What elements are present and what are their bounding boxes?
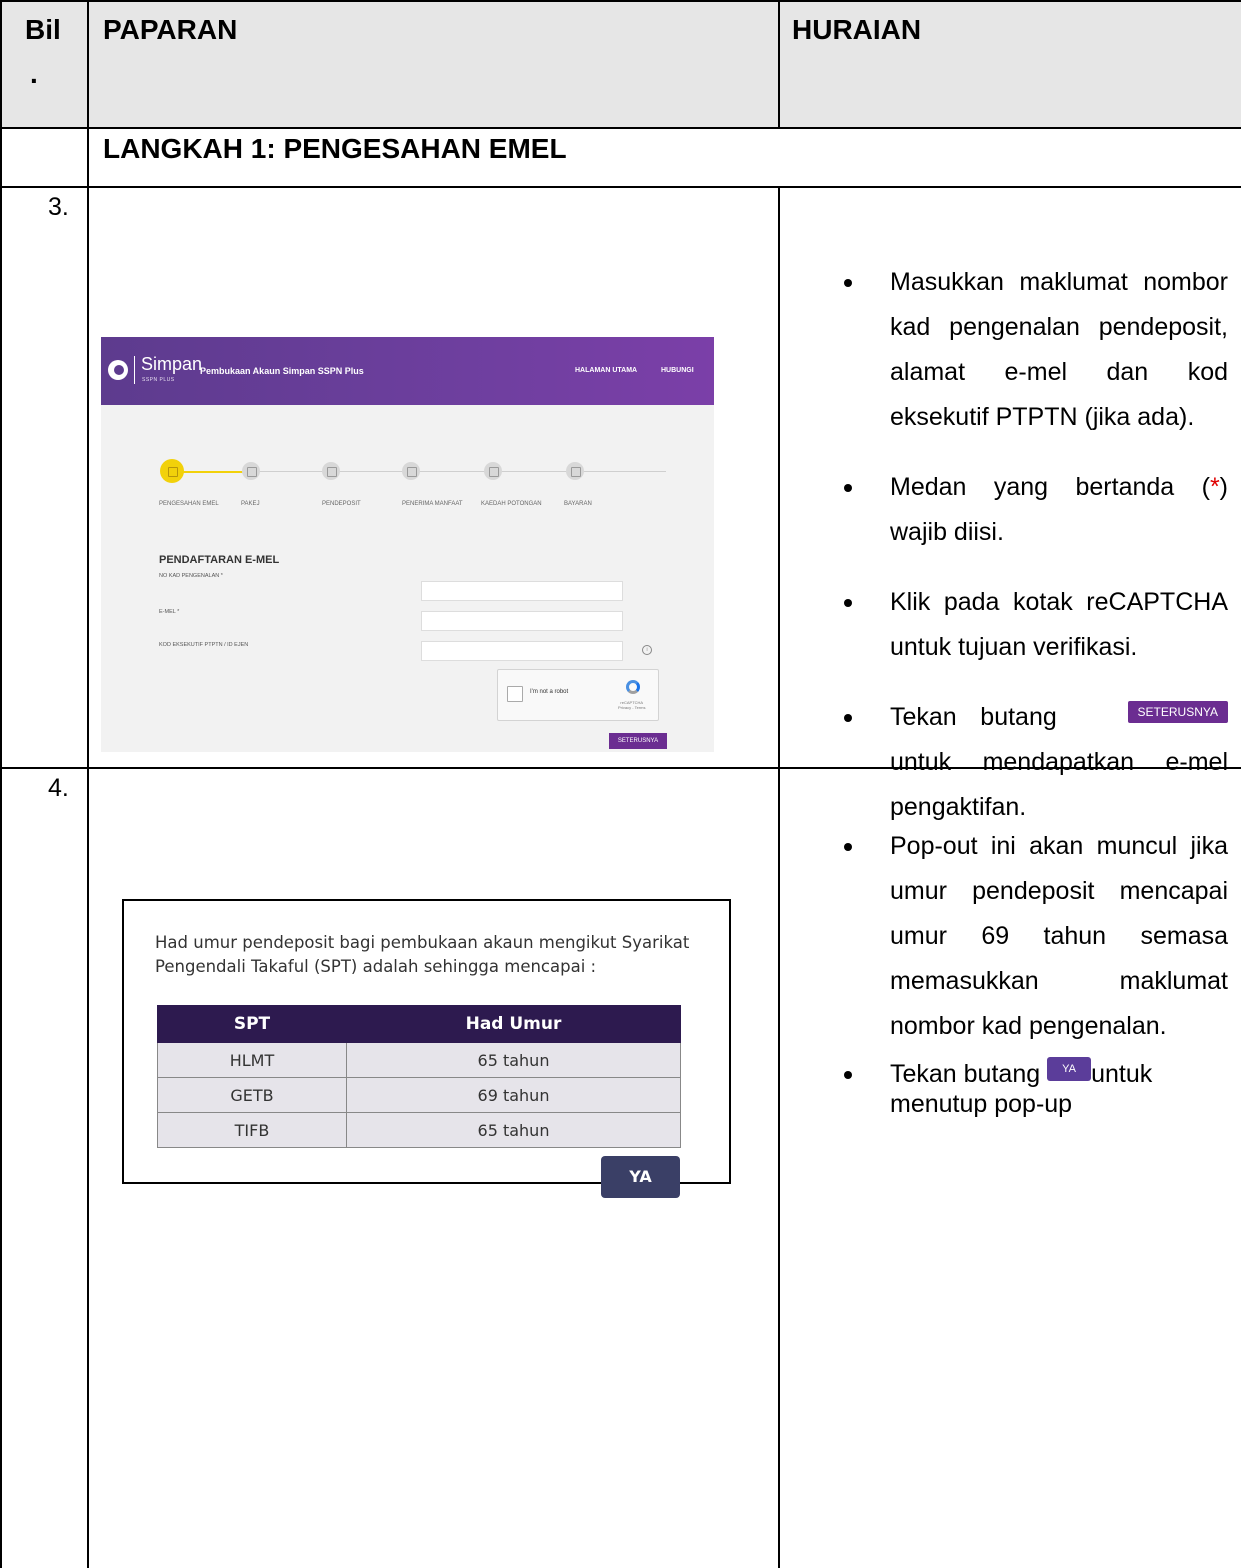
table-cell: 65 tahun <box>346 1112 681 1148</box>
step-label: PAKEJ <box>241 501 260 507</box>
list-item: Klik pada kotak reCAPTCHA untuk tujuan v… <box>818 580 1228 670</box>
brand-name: Simpan <box>141 354 203 374</box>
step-package-icon <box>242 462 260 480</box>
header-bil-dot: . <box>30 58 38 89</box>
nav-hubungi[interactable]: HUBUNGI <box>661 367 694 374</box>
recaptcha-box[interactable]: I'm not a robot reCAPTCHA Privacy - Term… <box>497 669 659 721</box>
step-label: PENERIMA MANFAAT <box>402 501 463 507</box>
table-divider <box>87 0 89 1568</box>
list-item: Tekan butang YA untuk menutup pop-up <box>818 1057 1228 1119</box>
list-item: Masukkan maklumat nombor kad pengenalan … <box>818 260 1228 440</box>
row-number: 4. <box>48 774 69 802</box>
bullet-icon <box>844 714 852 722</box>
logo-separator <box>134 356 135 384</box>
step-deduction-icon <box>484 462 502 480</box>
table-divider <box>778 0 780 128</box>
row-number: 3. <box>48 193 69 221</box>
step-label: KAEDAH POTONGAN <box>481 501 542 507</box>
age-limit-popup: Had umur pendeposit bagi pembukaan akaun… <box>122 899 731 1198</box>
required-star: * <box>1209 473 1220 501</box>
header-bil: Bil <box>25 14 61 45</box>
table-divider <box>0 127 1241 129</box>
table-cell: 69 tahun <box>346 1077 681 1113</box>
step-label: PENGESAHAN EMEL <box>159 501 219 507</box>
recaptcha-checkbox[interactable] <box>507 686 523 702</box>
ic-number-input[interactable] <box>421 581 623 601</box>
ya-button[interactable]: YA <box>601 1156 680 1198</box>
simpan-logo-icon <box>108 360 128 380</box>
table-cell: TIFB <box>157 1112 347 1148</box>
bullet-icon <box>844 1071 852 1079</box>
table-cell: 65 tahun <box>346 1042 681 1078</box>
bullet-icon <box>844 484 852 492</box>
header-huraian: HURAIAN <box>792 14 922 45</box>
step-depositor-icon <box>322 462 340 480</box>
column-header: Had Umur <box>346 1005 681 1043</box>
email-input[interactable] <box>421 611 623 631</box>
banner-title: Pembukaan Akaun Simpan SSPN Plus <box>200 366 364 376</box>
ic-number-label: NO KAD PENGENALAN * <box>159 573 223 579</box>
recaptcha-icon <box>626 680 640 694</box>
section-title: LANGKAH 1: PENGESAHAN EMEL <box>103 133 567 164</box>
step3-instructions: Masukkan maklumat nombor kad pengenalan … <box>818 260 1228 830</box>
ya-button-sample: YA <box>1047 1057 1092 1082</box>
recaptcha-label: I'm not a robot <box>530 689 569 695</box>
table-border-top <box>0 0 1241 2</box>
table-cell: GETB <box>157 1077 347 1113</box>
table-divider <box>0 186 1241 188</box>
email-label: E-MEL * <box>159 609 180 615</box>
agent-code-input[interactable] <box>421 641 623 661</box>
table-row: GETB 69 tahun <box>157 1077 681 1113</box>
next-button[interactable]: SETERUSNYA <box>609 733 667 749</box>
bullet-icon <box>844 279 852 287</box>
step-payment-icon <box>566 462 584 480</box>
step-beneficiary-icon <box>402 462 420 480</box>
recaptcha-brand: reCAPTCHA Privacy - Terms <box>618 700 646 710</box>
agent-code-label: KOD EKSEKUTIF PTPTN / ID EJEN <box>159 642 249 648</box>
seterusnya-button-sample: SETERUSNYA <box>1127 701 1228 724</box>
brand-subtitle: SSPN PLUS <box>142 377 175 383</box>
table-row: TIFB 65 tahun <box>157 1112 681 1148</box>
table-cell: HLMT <box>157 1042 347 1078</box>
table-divider <box>778 187 780 1568</box>
age-limit-table: SPT Had Umur HLMT 65 tahun GETB 69 tahun… <box>157 1005 681 1148</box>
table-border-left <box>0 0 2 1568</box>
list-item: Tekan butang SETERUSNYA untuk mendapatka… <box>818 695 1228 830</box>
column-header: SPT <box>157 1005 347 1043</box>
bullet-icon <box>844 843 852 851</box>
step4-instructions: Pop-out ini akan muncul jika umur pendep… <box>818 824 1228 1119</box>
step-label: BAYARAN <box>564 501 592 507</box>
registration-screenshot: Simpan SSPN PLUS Pembukaan Akaun Simpan … <box>101 337 714 752</box>
popup-message: Had umur pendeposit bagi pembukaan akaun… <box>155 933 690 976</box>
nav-halaman-utama[interactable]: HALAMAN UTAMA <box>575 367 637 374</box>
list-item: Medan yang bertanda (*) wajib diisi. <box>818 465 1228 555</box>
info-icon[interactable]: i <box>642 645 652 655</box>
table-row: HLMT 65 tahun <box>157 1042 681 1078</box>
header-paparan: PAPARAN <box>103 14 238 45</box>
form-title: PENDAFTARAN E-MEL <box>159 554 280 566</box>
step-label: PENDEPOSIT <box>322 501 361 507</box>
bullet-icon <box>844 599 852 607</box>
step-email-icon <box>160 459 184 483</box>
list-item: Pop-out ini akan muncul jika umur pendep… <box>818 824 1228 1049</box>
